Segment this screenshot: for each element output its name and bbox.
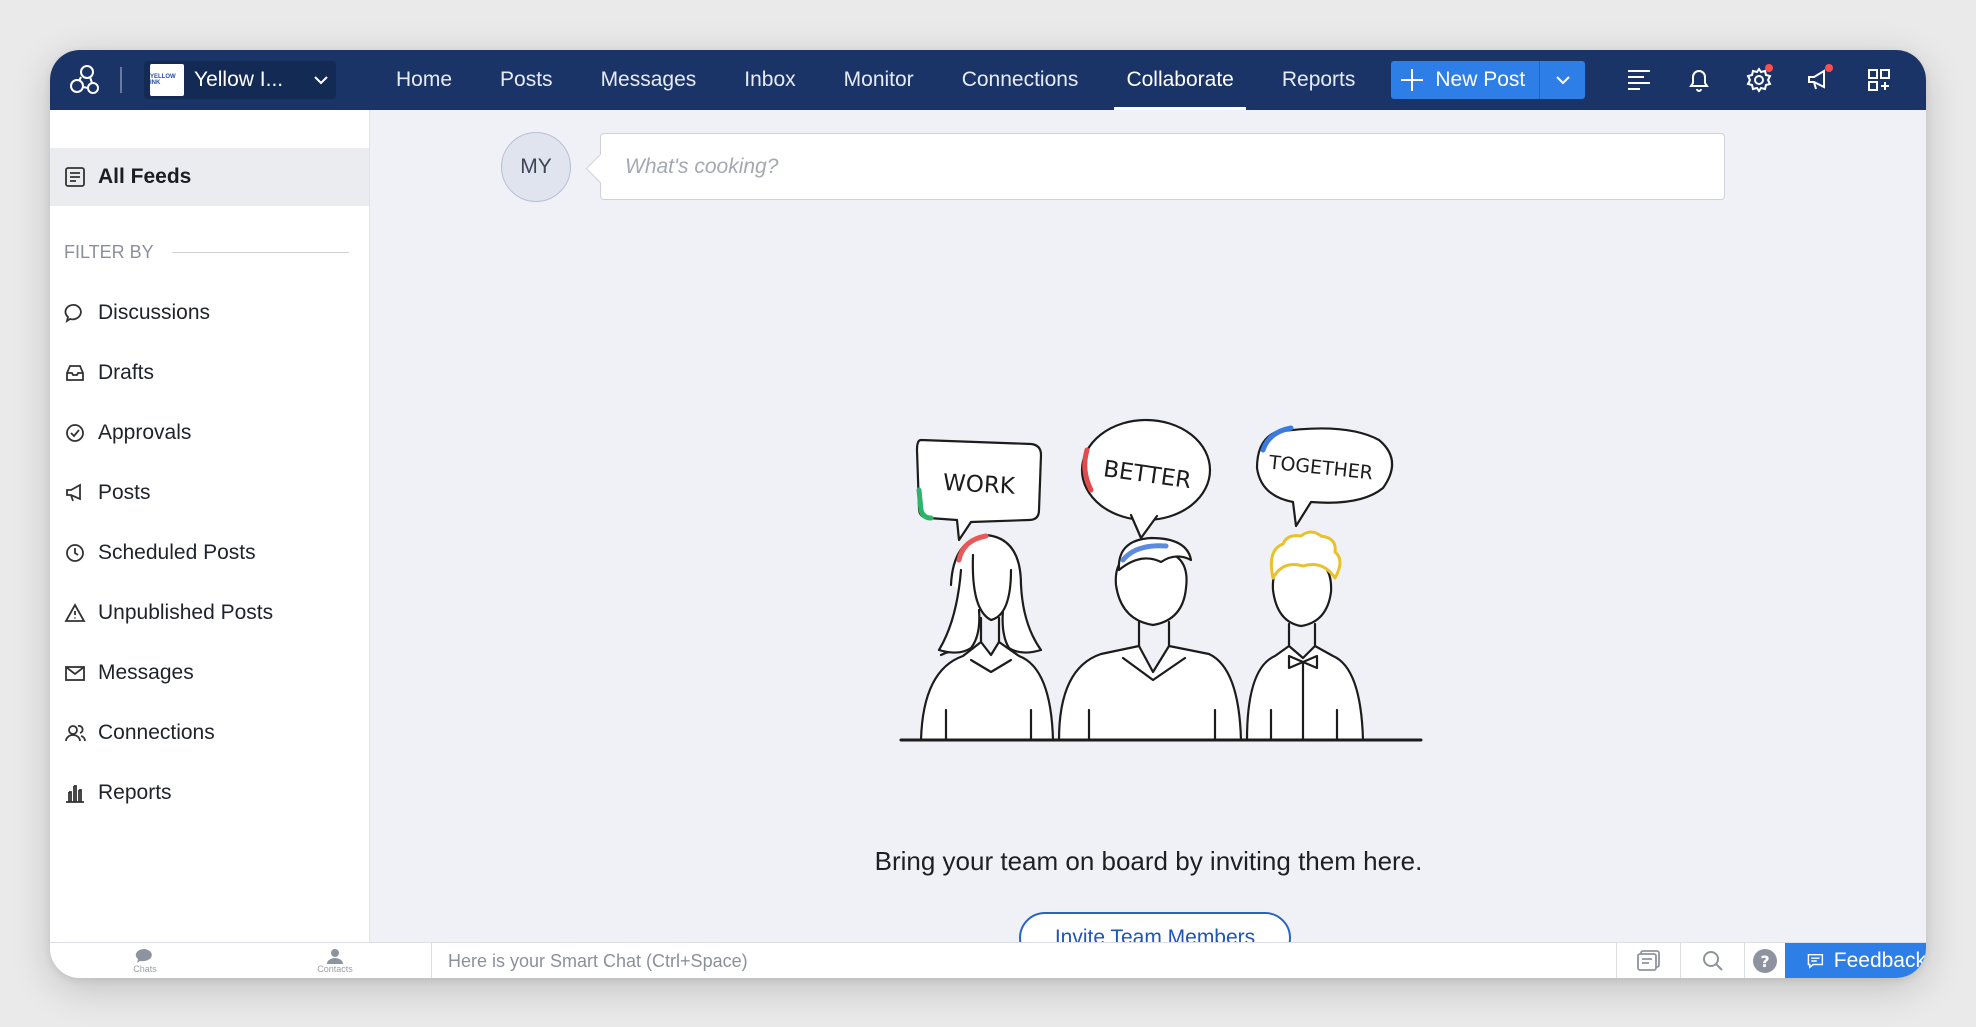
bubble-work-text: WORK (942, 470, 1016, 500)
nav-collaborate[interactable]: Collaborate (1102, 50, 1257, 110)
help-icon[interactable]: ? (1744, 943, 1785, 978)
nav-home[interactable]: Home (372, 50, 476, 110)
chat-bubble-icon (64, 303, 82, 324)
bell-icon[interactable] (1669, 50, 1729, 110)
brand-name: Yellow I... (194, 68, 284, 91)
sidebar-item-all-feeds[interactable]: All Feeds (50, 148, 369, 206)
tab-contacts-label: Contacts (317, 963, 353, 974)
sidebar-item-label: Connections (98, 721, 215, 744)
brand-selector[interactable]: YELLOW INK Yellow I... (144, 61, 336, 99)
clock-icon (66, 544, 84, 562)
empty-state-message: Bring your team on board by inviting the… (874, 846, 1423, 876)
compose-input[interactable]: What's cooking? (600, 133, 1725, 200)
main-content: MY What's cooking? WORK BETTER TOGETHER (371, 110, 1926, 964)
avatar[interactable]: MY (501, 132, 571, 202)
inbox-tray-icon (66, 365, 84, 381)
plus-icon (1401, 69, 1424, 91)
brand-logo: YELLOW INK (150, 64, 184, 96)
app-logo-icon[interactable] (50, 50, 120, 110)
filter-heading: FILTER BY (64, 242, 349, 263)
warning-icon (64, 603, 86, 622)
sidebar-item-label: Messages (98, 661, 194, 684)
sidebar-item-label: Scheduled Posts (98, 541, 256, 564)
gear-icon[interactable] (1729, 50, 1789, 110)
megaphone-icon (66, 483, 81, 502)
all-feeds-label: All Feeds (98, 165, 192, 188)
nav-monitor[interactable]: Monitor (820, 50, 938, 110)
new-post-dropdown-button[interactable] (1539, 61, 1586, 99)
person-icon (327, 948, 343, 964)
tab-chats[interactable]: Chats (50, 943, 240, 979)
announcement-icon[interactable] (1789, 50, 1849, 110)
chevron-down-icon (1556, 76, 1570, 85)
top-icon-group (1609, 50, 1909, 110)
filter-heading-label: FILTER BY (64, 242, 154, 262)
search-icon[interactable] (1680, 943, 1744, 978)
smart-chat-input[interactable]: Here is your Smart Chat (Ctrl+Space) (431, 943, 1616, 978)
sidebar-item-discussions[interactable]: Discussions (50, 283, 369, 343)
tab-chats-label: Chats (133, 963, 157, 974)
menu-lines-icon[interactable] (1609, 50, 1669, 110)
sidebar-item-messages[interactable]: Messages (50, 643, 369, 703)
sidebar-item-label: Approvals (98, 421, 192, 444)
sidebar-item-label: Reports (98, 781, 172, 804)
bottom-bar: Chats Contacts Here is your Smart Chat (… (50, 942, 1926, 978)
nav-connections[interactable]: Connections (938, 50, 1103, 110)
team-illustration: WORK BETTER TOGETHER (899, 418, 1423, 742)
sidebar-item-drafts[interactable]: Drafts (50, 343, 369, 403)
sidebar-item-reports[interactable]: Reports (50, 763, 369, 823)
divider (120, 67, 122, 93)
new-post-label: New Post (1435, 68, 1526, 91)
feedback-button[interactable]: Feedback (1785, 943, 1926, 978)
nav-reports[interactable]: Reports (1258, 50, 1380, 110)
people-icon (65, 724, 86, 742)
feedback-label: Feedback (1833, 949, 1926, 972)
sidebar-item-connections[interactable]: Connections (50, 703, 369, 763)
sidebar: All Feeds FILTER BY Discussions Drafts A… (50, 110, 370, 942)
main-nav: Home Posts Messages Inbox Monitor Connec… (372, 50, 1379, 110)
envelope-icon (65, 666, 85, 681)
apps-grid-icon[interactable] (1849, 50, 1909, 110)
app-window: YELLOW INK Yellow I... Home Posts Messag… (50, 50, 1926, 978)
top-navigation-bar: YELLOW INK Yellow I... Home Posts Messag… (50, 50, 1926, 110)
chevron-down-icon (314, 76, 328, 85)
sidebar-item-approvals[interactable]: Approvals (50, 403, 369, 463)
nav-posts[interactable]: Posts (476, 50, 577, 110)
sidebar-item-scheduled-posts[interactable]: Scheduled Posts (50, 523, 369, 583)
bar-chart-icon (66, 785, 84, 803)
sidebar-item-label: Discussions (98, 301, 211, 324)
sidebar-item-label: Unpublished Posts (98, 601, 274, 624)
new-post-button[interactable]: New Post (1391, 61, 1540, 99)
chat-bubble-icon (135, 948, 152, 963)
svg-text:?: ? (1760, 952, 1769, 971)
feed-list-icon (65, 167, 85, 187)
sidebar-item-label: Posts (98, 481, 151, 504)
check-circle-icon (66, 424, 84, 442)
feedback-icon (1807, 954, 1824, 969)
nav-messages[interactable]: Messages (577, 50, 721, 110)
tab-contacts[interactable]: Contacts (240, 943, 430, 979)
sidebar-item-posts[interactable]: Posts (50, 463, 369, 523)
nav-inbox[interactable]: Inbox (720, 50, 819, 110)
sidebar-item-unpublished-posts[interactable]: Unpublished Posts (50, 583, 369, 643)
feed-cards-icon[interactable] (1616, 943, 1680, 978)
divider (171, 252, 349, 253)
new-post-split-button: New Post (1391, 61, 1586, 99)
sidebar-item-label: Drafts (98, 361, 155, 384)
